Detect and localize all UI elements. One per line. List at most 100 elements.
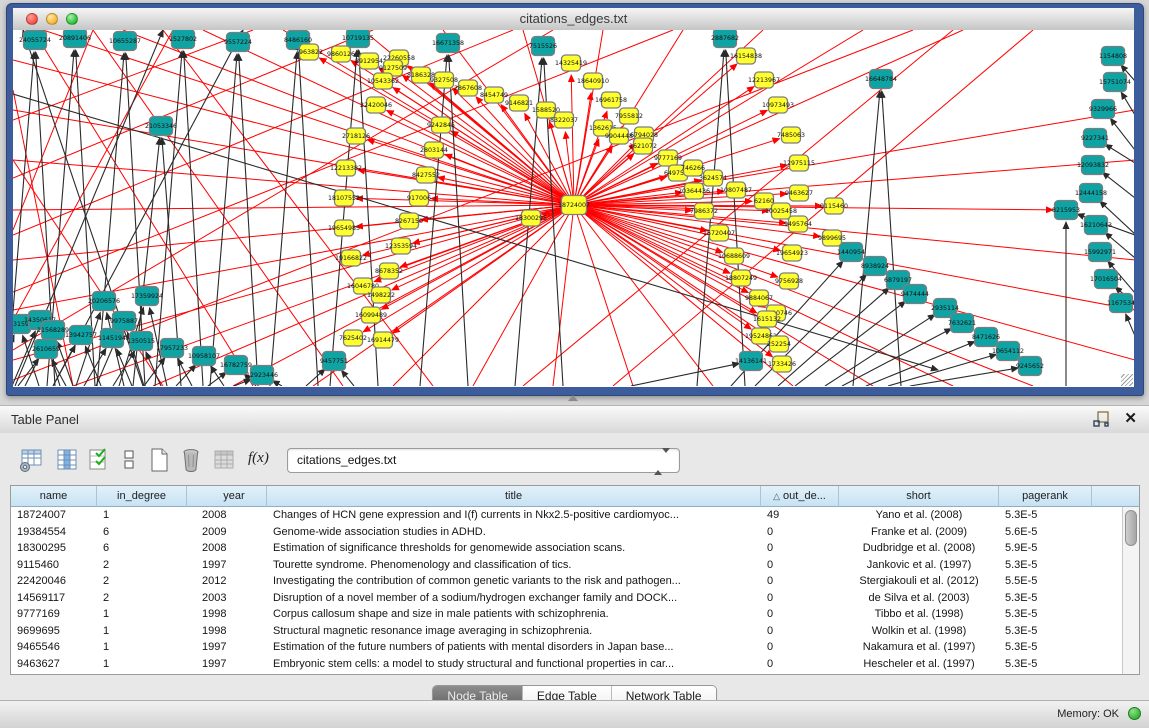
cell-title[interactable]: Tourette syndrome. Phenomenology and cla… xyxy=(267,557,761,574)
cell-year[interactable]: 2012 xyxy=(187,573,267,590)
cell-name[interactable]: 19384554 xyxy=(11,524,97,541)
cell-name[interactable]: 9777169 xyxy=(11,606,97,623)
cell-year[interactable]: 1997 xyxy=(187,639,267,656)
function-builder-icon[interactable]: f(x) xyxy=(248,450,269,467)
cell-title[interactable]: Estimation of the future numbers of pati… xyxy=(267,639,761,656)
cell-short[interactable]: Tibbo et al. (1998) xyxy=(839,606,999,623)
scrollbar-thumb[interactable] xyxy=(1125,510,1137,546)
column-header-out-degree[interactable]: △out_de... xyxy=(761,486,839,507)
cell-title[interactable]: Structural magnetic resonance image aver… xyxy=(267,623,761,640)
column-header-short[interactable]: short xyxy=(839,486,999,507)
cell-name[interactable]: 9465546 xyxy=(11,639,97,656)
cell-in_degree[interactable]: 1 xyxy=(97,656,187,673)
cell-name[interactable]: 22420046 xyxy=(11,573,97,590)
new-table-icon[interactable] xyxy=(148,447,170,473)
cell-pagerank[interactable]: 5.5E-5 xyxy=(999,573,1092,590)
cell-in_degree[interactable]: 2 xyxy=(97,590,187,607)
cell-short[interactable]: de Silva et al. (2003) xyxy=(839,590,999,607)
cell-in_degree[interactable]: 1 xyxy=(97,639,187,656)
cell-title[interactable]: Investigating the contribution of common… xyxy=(267,573,761,590)
cell-year[interactable]: 2009 xyxy=(187,524,267,541)
cell-title[interactable]: Corpus callosum shape and size in male p… xyxy=(267,606,761,623)
cell-out_degree[interactable]: 0 xyxy=(761,606,839,623)
cell-name[interactable]: 18300295 xyxy=(11,540,97,557)
cell-year[interactable]: 2008 xyxy=(187,540,267,557)
cell-out_degree[interactable]: 0 xyxy=(761,623,839,640)
cell-out_degree[interactable]: 0 xyxy=(761,557,839,574)
float-panel-icon[interactable] xyxy=(1093,411,1110,428)
delete-table-icon[interactable] xyxy=(180,447,202,473)
cell-title[interactable]: Embryonic stem cells: a model to study s… xyxy=(267,656,761,673)
cell-short[interactable]: Wolkin et al. (1998) xyxy=(839,623,999,640)
cell-name[interactable]: 9699695 xyxy=(11,623,97,640)
cell-year[interactable]: 1998 xyxy=(187,606,267,623)
cell-year[interactable]: 1997 xyxy=(187,656,267,673)
cell-title[interactable]: Estimation of significance thresholds fo… xyxy=(267,540,761,557)
table-vertical-scrollbar[interactable] xyxy=(1122,507,1139,674)
cell-out_degree[interactable]: 0 xyxy=(761,639,839,656)
table-row[interactable]: 946362711997Embryonic stem cells: a mode… xyxy=(11,656,1123,673)
cell-name[interactable]: 18724007 xyxy=(11,507,97,524)
table-row[interactable]: 969969511998Structural magnetic resonanc… xyxy=(11,623,1123,640)
table-row[interactable]: 977716911998Corpus callosum shape and si… xyxy=(11,606,1123,623)
column-header-title[interactable]: title xyxy=(267,486,761,507)
panel-splitter[interactable] xyxy=(0,394,1149,405)
select-rows-icon[interactable] xyxy=(88,447,110,473)
window-resize-grip[interactable] xyxy=(1121,374,1133,386)
cell-title[interactable]: Genome-wide association studies in ADHD. xyxy=(267,524,761,541)
cell-in_degree[interactable]: 1 xyxy=(97,606,187,623)
network-canvas-svg[interactable]: 2405572420891406106552871527802955722484… xyxy=(13,30,1134,386)
cell-pagerank[interactable]: 5.3E-5 xyxy=(999,557,1092,574)
cell-out_degree[interactable]: 49 xyxy=(761,507,839,524)
column-header-year[interactable]: year xyxy=(187,486,267,507)
network-canvas[interactable]: 2405572420891406106552871527802955722484… xyxy=(13,30,1134,387)
row-height-icon[interactable] xyxy=(122,447,136,473)
cell-year[interactable]: 1998 xyxy=(187,623,267,640)
window-titlebar[interactable]: citations_edges.txt xyxy=(13,8,1134,31)
cell-pagerank[interactable]: 5.3E-5 xyxy=(999,623,1092,640)
cell-in_degree[interactable]: 2 xyxy=(97,573,187,590)
cell-year[interactable]: 2008 xyxy=(187,507,267,524)
cell-pagerank[interactable]: 5.3E-5 xyxy=(999,656,1092,673)
cell-out_degree[interactable]: 0 xyxy=(761,524,839,541)
cell-short[interactable]: Dudbridge et al. (2008) xyxy=(839,540,999,557)
column-header-pagerank[interactable]: pagerank xyxy=(999,486,1092,507)
splitter-collapse-handle[interactable] xyxy=(568,395,578,401)
cell-name[interactable]: 9463627 xyxy=(11,656,97,673)
cell-in_degree[interactable]: 1 xyxy=(97,623,187,640)
cell-short[interactable]: Stergiakouli et al. (2012) xyxy=(839,573,999,590)
cell-pagerank[interactable]: 5.3E-5 xyxy=(999,606,1092,623)
cell-in_degree[interactable]: 6 xyxy=(97,540,187,557)
cell-out_degree[interactable]: 0 xyxy=(761,590,839,607)
table-row[interactable]: 1938455462009Genome-wide association stu… xyxy=(11,524,1123,541)
cell-pagerank[interactable]: 5.3E-5 xyxy=(999,639,1092,656)
cell-out_degree[interactable]: 0 xyxy=(761,540,839,557)
cell-year[interactable]: 2003 xyxy=(187,590,267,607)
cell-short[interactable]: Hescheler et al. (1997) xyxy=(839,656,999,673)
table-row[interactable]: 2242004622012Investigating the contribut… xyxy=(11,573,1123,590)
table-row[interactable]: 946554611997Estimation of the future num… xyxy=(11,639,1123,656)
cell-short[interactable]: Franke et al. (2009) xyxy=(839,524,999,541)
cell-title[interactable]: Disruption of a novel member of a sodium… xyxy=(267,590,761,607)
cell-in_degree[interactable]: 6 xyxy=(97,524,187,541)
close-panel-icon[interactable]: ✕ xyxy=(1124,410,1137,428)
cell-in_degree[interactable]: 1 xyxy=(97,507,187,524)
import-table-icon[interactable] xyxy=(212,447,236,473)
cell-short[interactable]: Yano et al. (2008) xyxy=(839,507,999,524)
cell-pagerank[interactable]: 5.9E-5 xyxy=(999,540,1092,557)
new-column-icon[interactable] xyxy=(18,447,44,473)
table-row[interactable]: 911546021997Tourette syndrome. Phenomeno… xyxy=(11,557,1123,574)
table-row[interactable]: 1456911722003Disruption of a novel membe… xyxy=(11,590,1123,607)
cell-in_degree[interactable]: 2 xyxy=(97,557,187,574)
table-row[interactable]: 1830029562008Estimation of significance … xyxy=(11,540,1123,557)
cell-pagerank[interactable]: 5.3E-5 xyxy=(999,507,1092,524)
cell-pagerank[interactable]: 5.3E-5 xyxy=(999,590,1092,607)
memory-status-indicator[interactable] xyxy=(1128,707,1141,720)
network-view-window[interactable]: citations_edges.txt 24055724208914061065… xyxy=(6,3,1144,396)
cell-name[interactable]: 14569117 xyxy=(11,590,97,607)
column-header-in-degree[interactable]: in_degree xyxy=(97,486,187,507)
network-table-select[interactable]: citations_edges.txt xyxy=(287,448,680,473)
cell-out_degree[interactable]: 0 xyxy=(761,656,839,673)
cell-name[interactable]: 9115460 xyxy=(11,557,97,574)
cell-short[interactable]: Jankovic et al. (1997) xyxy=(839,557,999,574)
